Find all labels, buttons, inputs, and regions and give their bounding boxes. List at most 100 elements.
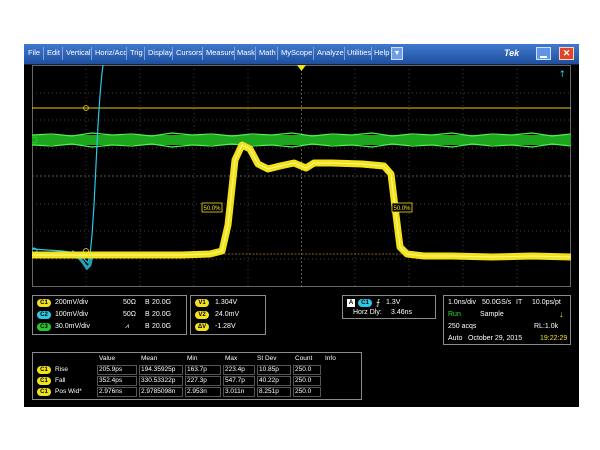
menu-utilities[interactable]: Utilities: [347, 48, 371, 57]
oscilloscope-screen: File Edit Vertical Horiz/Acq Trig Displa…: [24, 44, 579, 407]
menu-myscope[interactable]: MyScope: [281, 48, 312, 57]
menu-help[interactable]: Help: [374, 48, 389, 57]
header-mean: Mean: [141, 355, 158, 362]
row-poswid-stdev: 8.251p: [259, 388, 279, 395]
ch1-bw-value: 20.0G: [152, 299, 172, 306]
cursor-delta-badge: ΔV: [195, 323, 209, 331]
down-arrow-icon: ↓: [559, 309, 564, 319]
menu-trig[interactable]: Trig: [130, 48, 143, 57]
menu-bar: File Edit Vertical Horiz/Acq Trig Displa…: [24, 44, 579, 65]
row-poswid-name[interactable]: Pos Wid*: [55, 388, 82, 395]
ch2-waveform: [32, 65, 104, 265]
menu-horiz-acq[interactable]: Horiz/Acq: [95, 48, 128, 57]
row-rise-badge[interactable]: C1: [37, 366, 51, 374]
menu-separator: [202, 47, 203, 60]
row-poswid-value: 2.976ns: [99, 388, 123, 395]
cursor-v2-value: 24.0mV: [215, 311, 240, 318]
menu-vertical[interactable]: Vertical: [66, 48, 91, 57]
row-poswid-badge[interactable]: C1: [37, 388, 51, 396]
horizontal-scale: 1.0ns/div: [448, 299, 477, 306]
cursor-v1-badge[interactable]: V1: [195, 299, 209, 307]
menu-math[interactable]: Math: [259, 48, 276, 57]
header-min: Min: [187, 355, 198, 362]
ch3-coupling-icon: ⩘: [125, 323, 129, 330]
trigger-mode-badge: A: [347, 299, 355, 307]
ref-50-left-label: 50.0%: [203, 206, 221, 212]
ch2-bw-value: 20.0G: [152, 311, 172, 318]
interpolation-mode: IT: [516, 299, 523, 306]
date-display: October 29, 2015: [468, 335, 523, 342]
header-value: Value: [99, 355, 116, 362]
row-poswid-mean: 2.9785098n: [141, 388, 176, 395]
row-fall-badge[interactable]: C1: [37, 377, 51, 385]
menu-file[interactable]: File: [28, 48, 40, 57]
horz-delay-value: 3.46ns: [391, 309, 413, 316]
cursor-up-arrow: ↑: [558, 70, 566, 80]
ref-50-right-label: 50.0%: [393, 206, 411, 212]
menu-separator: [234, 47, 235, 60]
cursor-readout-panel: V1 1.304V V2 24.0mV ΔV -1.28V: [190, 295, 266, 335]
ch1-bw-label: B: [145, 299, 150, 306]
menu-separator: [91, 47, 92, 60]
menu-dropdown-button[interactable]: ▼: [391, 47, 403, 60]
menu-measure[interactable]: Measure: [206, 48, 235, 57]
acquisition-state: Run: [448, 311, 461, 318]
trigger-auto-mode: Auto: [448, 335, 463, 342]
acquisition-panel[interactable]: 1.0ns/div 50.0GS/s IT 10.0ps/pt Run Samp…: [443, 295, 571, 345]
row-fall-max: 547.7p: [225, 377, 245, 384]
row-fall-name[interactable]: Fall: [55, 377, 65, 384]
ch2-scale[interactable]: 100mV/div: [55, 311, 88, 318]
trigger-source-badge: C1: [358, 299, 372, 307]
menu-separator: [371, 47, 372, 60]
ch3-scale[interactable]: 30.0mV/div: [55, 323, 90, 330]
header-info: Info: [325, 355, 336, 362]
acquisition-mode: Sample: [480, 311, 504, 318]
menu-separator: [313, 47, 314, 60]
row-rise-count: 250.0: [295, 366, 312, 373]
close-button[interactable]: ✕: [559, 47, 574, 60]
measurement-table: Value Mean Min Max St Dev Count Info C1 …: [32, 352, 362, 400]
row-fall-min: 227.3p: [187, 377, 207, 384]
row-poswid-count: 250.0: [295, 388, 312, 395]
row-rise-name[interactable]: Rise: [55, 366, 68, 373]
time-display: 19:22:29: [540, 335, 568, 342]
trigger-position-marker: [297, 65, 306, 71]
ch3-badge[interactable]: C3: [37, 323, 51, 331]
ch3-waveform-band: [32, 135, 571, 145]
cursor-v1-value: 1.304V: [215, 299, 238, 306]
row-fall-count: 250.0: [295, 377, 312, 384]
ch3-bw-label: B: [145, 323, 150, 330]
row-rise-max: 223.4p: [225, 366, 245, 373]
menu-edit[interactable]: Edit: [47, 48, 60, 57]
ch1-impedance: 50Ω: [123, 299, 137, 306]
menu-separator: [62, 47, 63, 60]
row-rise-value: 205.9ps: [99, 366, 123, 373]
menu-cursors[interactable]: Cursors: [176, 48, 202, 57]
ch2-badge[interactable]: C2: [37, 311, 51, 319]
menu-analyze[interactable]: Analyze: [317, 48, 344, 57]
horz-delay-label: Horz Dly:: [353, 309, 382, 316]
ch1-scale[interactable]: 200mV/div: [55, 299, 88, 306]
menu-mask[interactable]: Mask: [237, 48, 255, 57]
ch1-badge[interactable]: C1: [37, 299, 51, 307]
sample-rate: 50.0GS/s: [482, 299, 512, 306]
trigger-panel[interactable]: A C1 ⨍ 1.3V Horz Dly: 3.46ns: [342, 295, 436, 319]
cursor-delta-value: -1.28V: [215, 323, 236, 330]
trigger-slope-icon: ⨍: [376, 298, 381, 307]
menu-separator: [344, 47, 345, 60]
row-rise-stdev: 10.85p: [259, 366, 279, 373]
waveform-graticule: ↑ 50.0% 50.0%: [32, 65, 571, 287]
ch3-bw-value: 20.0G: [152, 323, 172, 330]
menu-separator: [277, 47, 278, 60]
minimize-button[interactable]: [536, 47, 551, 60]
trigger-level: 1.3V: [386, 299, 401, 306]
acquisition-count: 250 acqs: [448, 323, 477, 330]
menu-separator: [144, 47, 145, 60]
cursor-v2-badge[interactable]: V2: [195, 311, 209, 319]
ch2-impedance: 50Ω: [123, 311, 137, 318]
header-max: Max: [225, 355, 238, 362]
menu-separator: [126, 47, 127, 60]
row-fall-mean: 330.53322p: [141, 377, 176, 384]
menu-display[interactable]: Display: [148, 48, 173, 57]
row-fall-stdev: 40.22p: [259, 377, 279, 384]
